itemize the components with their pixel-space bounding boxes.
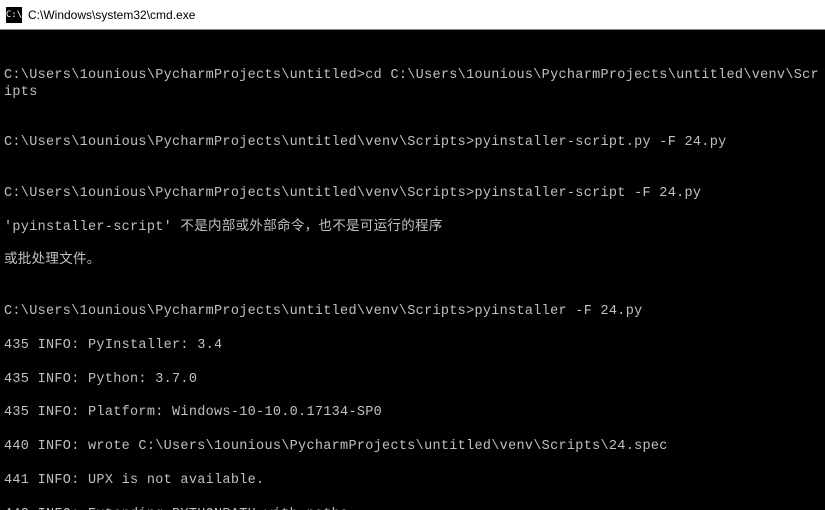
- terminal-line: 440 INFO: wrote C:\Users\1ounious\Pychar…: [4, 439, 821, 456]
- terminal-line: 435 INFO: Python: 3.7.0: [4, 372, 821, 389]
- terminal-output[interactable]: C:\Users\1ounious\PycharmProjects\untitl…: [0, 30, 825, 510]
- terminal-line: 435 INFO: PyInstaller: 3.4: [4, 338, 821, 355]
- window-titlebar[interactable]: C:\ C:\Windows\system32\cmd.exe: [0, 0, 825, 30]
- terminal-line: C:\Users\1ounious\PycharmProjects\untitl…: [4, 304, 821, 321]
- cmd-icon-label: C:\: [6, 10, 22, 20]
- terminal-line: C:\Users\1ounious\PycharmProjects\untitl…: [4, 135, 821, 152]
- terminal-line: 435 INFO: Platform: Windows-10-10.0.1713…: [4, 405, 821, 422]
- terminal-line: 442 INFO: Extending PYTHONPATH with path…: [4, 507, 821, 510]
- terminal-line: 'pyinstaller-script' 不是内部或外部命令，也不是可运行的程序: [4, 220, 821, 237]
- cmd-icon: C:\: [6, 7, 22, 23]
- terminal-line: 441 INFO: UPX is not available.: [4, 473, 821, 490]
- window-title: C:\Windows\system32\cmd.exe: [28, 8, 195, 22]
- terminal-line: C:\Users\1ounious\PycharmProjects\untitl…: [4, 186, 821, 203]
- terminal-line: C:\Users\1ounious\PycharmProjects\untitl…: [4, 68, 821, 102]
- terminal-line: 或批处理文件。: [4, 253, 821, 270]
